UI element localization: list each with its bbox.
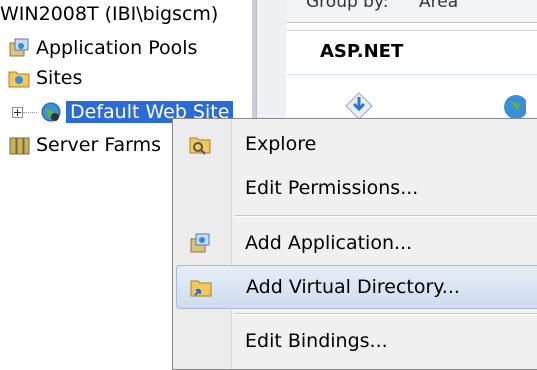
menu-separator: [235, 313, 537, 315]
menu-item-label: Add Application...: [245, 232, 413, 254]
tree-server-node[interactable]: WIN2008T (IBI\bigscm): [0, 1, 218, 27]
menu-item-label: Explore: [245, 133, 317, 155]
server-farms-icon: [8, 134, 30, 156]
expand-toggle-icon[interactable]: [12, 107, 23, 118]
section-title: ASP.NET: [320, 41, 404, 62]
tree-connector-line: [23, 112, 37, 113]
menu-item-add-application[interactable]: Add Application...: [176, 222, 537, 264]
menu-item-edit-permissions[interactable]: Edit Permissions...: [176, 167, 537, 209]
explore-folder-icon: [188, 132, 212, 156]
tree-item-label: Application Pools: [36, 37, 198, 59]
menu-item-edit-bindings[interactable]: Edit Bindings...: [176, 320, 537, 362]
menu-separator: [235, 215, 537, 217]
menu-item-explore[interactable]: Explore: [176, 123, 537, 165]
feature-icon[interactable]: [344, 91, 374, 121]
tree-item-label: Server Farms: [36, 134, 162, 156]
group-by-select[interactable]: Area: [419, 0, 458, 12]
tree-item-server-farms[interactable]: Server Farms: [8, 132, 161, 158]
menu-item-label: Edit Permissions...: [245, 177, 419, 199]
group-by-label: Group by:: [306, 0, 389, 12]
menu-item-add-virtual-directory[interactable]: Add Virtual Directory...: [176, 265, 537, 309]
tree-item-sites[interactable]: Sites: [8, 65, 82, 91]
server-label: WIN2008T (IBI\bigscm): [0, 3, 219, 25]
add-application-icon: [188, 231, 212, 255]
aspnet-section: ASP.NET: [286, 30, 537, 75]
globe-icon: [40, 101, 62, 123]
menu-item-label: Edit Bindings...: [245, 330, 388, 352]
menu-item-label: Add Virtual Directory...: [246, 276, 460, 298]
application-pools-icon: [8, 37, 30, 59]
tree-item-application-pools[interactable]: Application Pools: [8, 35, 197, 61]
add-virtual-directory-icon: [189, 275, 213, 299]
tree-item-label: Sites: [36, 67, 83, 89]
group-by-bar: Group by: Area: [286, 0, 537, 23]
context-menu: Explore Edit Permissions... Add Applicat…: [172, 118, 537, 370]
globe-feature-icon[interactable]: [496, 91, 528, 121]
sites-folder-icon: [8, 67, 30, 89]
